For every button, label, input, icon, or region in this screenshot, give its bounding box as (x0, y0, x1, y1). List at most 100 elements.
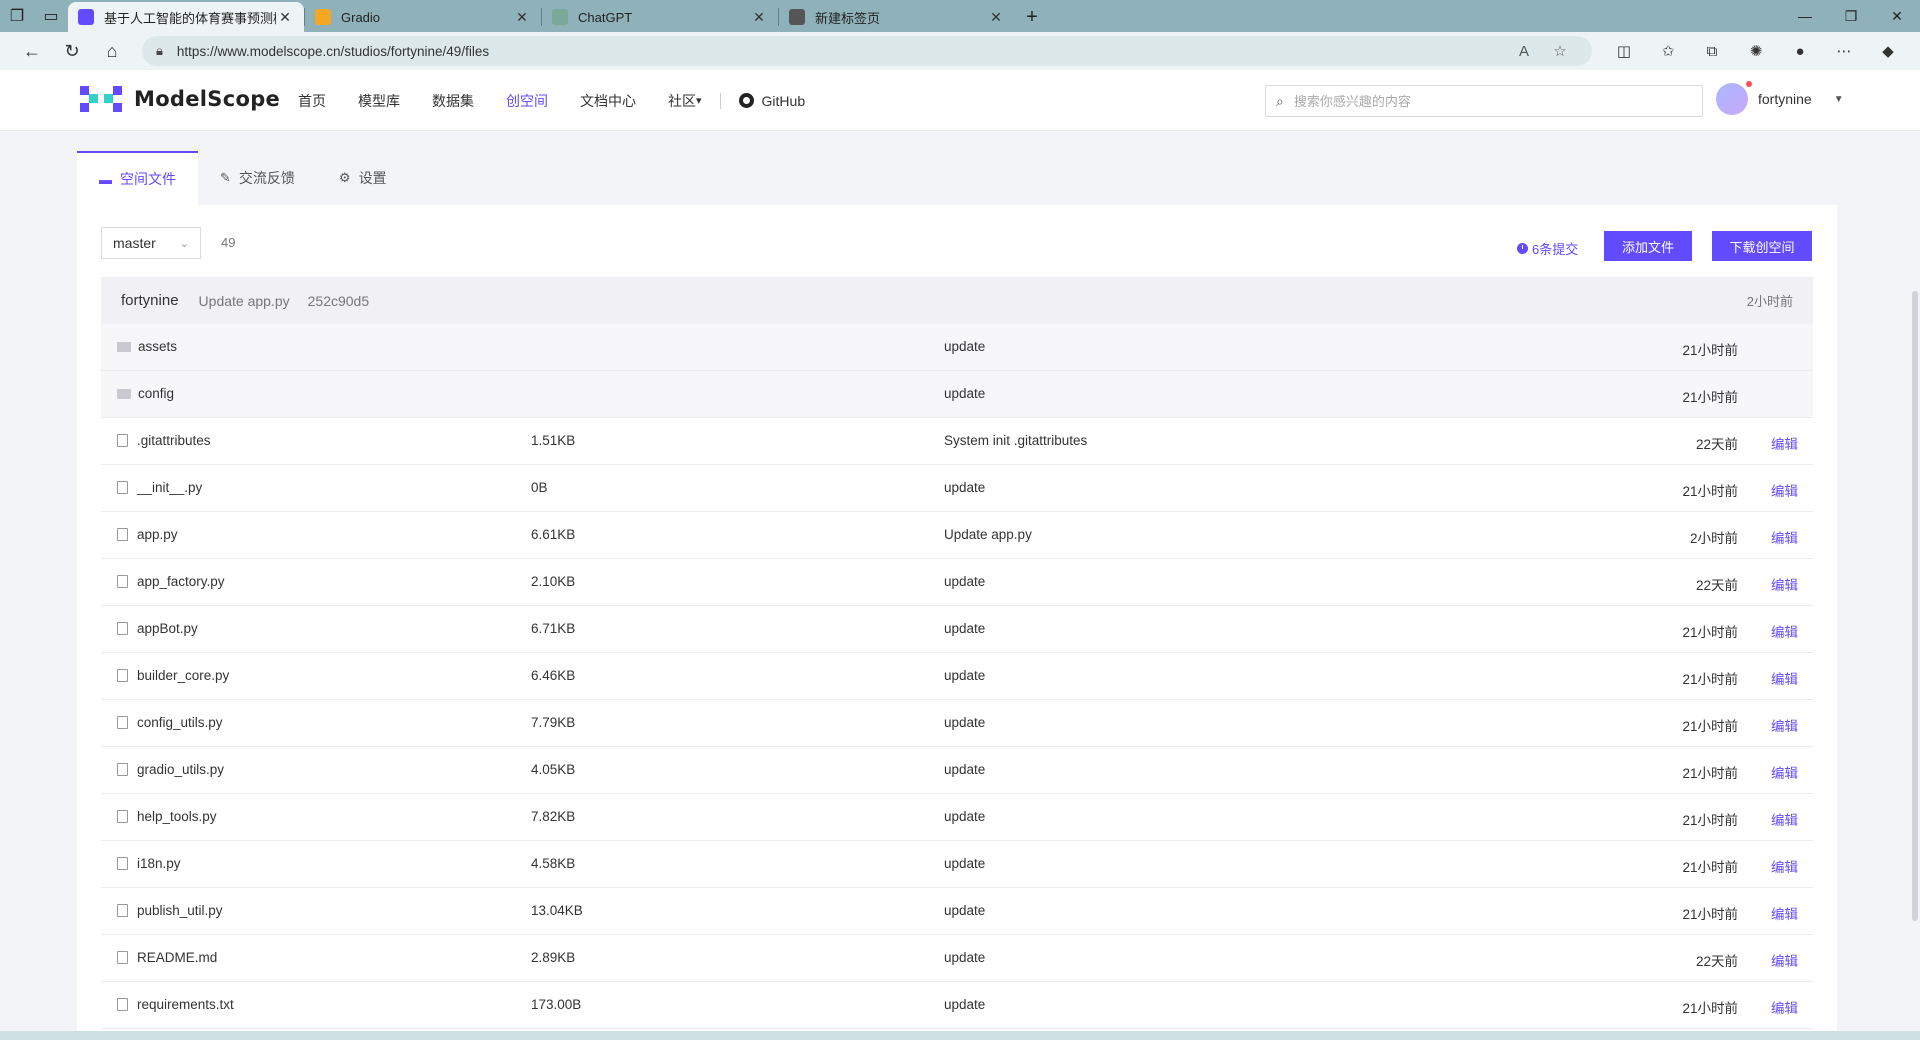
favorite-star-icon[interactable]: ☆ (1542, 42, 1578, 60)
commit-author[interactable]: fortynine (121, 292, 179, 309)
file-commit-message[interactable]: update (944, 715, 985, 730)
profile-icon[interactable]: ● (1778, 36, 1822, 66)
site-search[interactable]: ⌕ (1265, 85, 1703, 117)
caret-down-icon[interactable]: ▼ (1834, 94, 1844, 105)
file-commit-message[interactable]: update (944, 480, 985, 495)
split-screen-icon[interactable]: ◫ (1602, 36, 1646, 66)
table-row[interactable]: gradio_utils.py 4.05KB update 21小时前 编辑 (101, 747, 1813, 794)
nav-item[interactable]: 文档中心 (580, 91, 636, 111)
commits-link[interactable]: 6条提交 (1517, 239, 1578, 258)
edit-link[interactable]: 编辑 (1771, 480, 1798, 500)
edit-link[interactable]: 编辑 (1771, 433, 1798, 453)
browser-tab[interactable]: 新建标签页 ✕ (779, 2, 1015, 32)
collections-icon[interactable]: ⧉ (1690, 36, 1734, 66)
file-name[interactable]: requirements.txt (137, 997, 234, 1012)
close-tab-icon[interactable]: ✕ (987, 9, 1005, 26)
more-icon[interactable]: ⋯ (1822, 36, 1866, 66)
table-row[interactable]: config update 21小时前 (101, 371, 1813, 418)
file-name[interactable]: gradio_utils.py (137, 762, 224, 777)
table-row[interactable]: appBot.py 6.71KB update 21小时前 编辑 (101, 606, 1813, 653)
edit-link[interactable]: 编辑 (1771, 668, 1798, 688)
file-name[interactable]: .gitattributes (137, 433, 211, 448)
file-name[interactable]: i18n.py (137, 856, 181, 871)
file-commit-message[interactable]: update (944, 950, 985, 965)
favorites-icon[interactable]: ✩ (1646, 36, 1690, 66)
table-row[interactable]: assets update 21小时前 (101, 324, 1813, 371)
edit-link[interactable]: 编辑 (1771, 950, 1798, 970)
nav-item[interactable]: 创空间 (506, 91, 548, 111)
table-row[interactable]: .gitattributes 1.51KB System init .gitattr… (101, 418, 1813, 465)
file-name[interactable]: config (138, 386, 174, 401)
edit-link[interactable]: 编辑 (1771, 856, 1798, 876)
space-tab[interactable]: ✎ 交流反馈 (198, 151, 317, 205)
table-row[interactable]: README.md 2.89KB update 22天前 编辑 (101, 935, 1813, 982)
minimize-icon[interactable]: — (1782, 0, 1828, 32)
username[interactable]: fortynine (1758, 91, 1812, 107)
commit-hash[interactable]: 252c90d5 (308, 293, 370, 309)
table-row[interactable]: app.py 6.61KB Update app.py 2小时前 编辑 (101, 512, 1813, 559)
edit-link[interactable]: 编辑 (1771, 903, 1798, 923)
browser-tab[interactable]: Gradio ✕ (305, 2, 541, 32)
file-commit-message[interactable]: update (944, 903, 985, 918)
file-commit-message[interactable]: update (944, 574, 985, 589)
file-name[interactable]: config_utils.py (137, 715, 223, 730)
file-name[interactable]: app.py (137, 527, 178, 542)
table-row[interactable]: help_tools.py 7.82KB update 21小时前 编辑 (101, 794, 1813, 841)
file-commit-message[interactable]: update (944, 668, 985, 683)
avatar[interactable] (1716, 81, 1752, 115)
scrollbar-thumb[interactable] (1912, 291, 1918, 921)
restore-icon[interactable]: ❐ (1828, 0, 1874, 32)
table-row[interactable]: config_utils.py 7.79KB update 21小时前 编辑 (101, 700, 1813, 747)
file-commit-message[interactable]: update (944, 621, 985, 636)
commit-message[interactable]: Update app.py (199, 293, 290, 309)
close-tab-icon[interactable]: ✕ (276, 9, 294, 26)
refresh-icon[interactable]: ↻ (52, 36, 92, 66)
table-row[interactable]: __init__.py 0B update 21小时前 编辑 (101, 465, 1813, 512)
github-link[interactable]: GitHub (738, 93, 805, 109)
file-name[interactable]: publish_util.py (137, 903, 223, 918)
file-commit-message[interactable]: update (944, 856, 985, 871)
back-icon[interactable]: ← (12, 36, 52, 66)
edit-link[interactable]: 编辑 (1771, 574, 1798, 594)
home-icon[interactable]: ⌂ (92, 36, 132, 66)
file-commit-message[interactable]: Update app.py (944, 527, 1032, 542)
file-name[interactable]: app_factory.py (137, 574, 225, 589)
file-name[interactable]: builder_core.py (137, 668, 229, 683)
new-tab-icon[interactable]: + (1015, 2, 1049, 32)
extensions-icon[interactable]: ✺ (1734, 36, 1778, 66)
nav-item[interactable]: 数据集 (432, 91, 474, 111)
space-tab[interactable]: ▬ 空间文件 (77, 151, 198, 205)
site-logo[interactable]: ModelScope (80, 86, 280, 112)
page-scrollbar[interactable] (1910, 131, 1920, 921)
file-name[interactable]: assets (138, 339, 177, 354)
table-row[interactable]: i18n.py 4.58KB update 21小时前 编辑 (101, 841, 1813, 888)
file-commit-message[interactable]: update (944, 762, 985, 777)
workspaces-icon[interactable]: ❐ (0, 0, 34, 32)
table-row[interactable]: publish_util.py 13.04KB update 21小时前 编辑 (101, 888, 1813, 935)
table-row[interactable]: app_factory.py 2.10KB update 22天前 编辑 (101, 559, 1813, 606)
read-aloud-icon[interactable]: A (1506, 43, 1542, 60)
copilot-icon[interactable]: ◆ (1866, 36, 1910, 66)
table-row[interactable]: builder_core.py 6.46KB update 21小时前 编辑 (101, 653, 1813, 700)
space-tab[interactable]: ⚙ 设置 (316, 151, 409, 205)
browser-tab[interactable]: 基于人工智能的体育赛事预测模型✕ (68, 2, 304, 32)
edit-link[interactable]: 编辑 (1771, 527, 1798, 547)
edit-link[interactable]: 编辑 (1771, 621, 1798, 641)
add-file-button[interactable]: 添加文件 (1604, 231, 1692, 261)
file-commit-message[interactable]: System init .gitattributes (944, 433, 1087, 448)
tab-actions-icon[interactable]: ▭ (34, 0, 68, 32)
nav-item[interactable]: 社区 ▾ (668, 91, 702, 111)
edit-link[interactable]: 编辑 (1771, 762, 1798, 782)
url-text[interactable]: https://www.modelscope.cn/studios/fortyn… (177, 44, 1506, 59)
search-input[interactable] (1293, 93, 1692, 109)
edit-link[interactable]: 编辑 (1771, 809, 1798, 829)
close-tab-icon[interactable]: ✕ (513, 9, 531, 26)
branch-select[interactable]: master ⌄ (101, 227, 201, 259)
file-commit-message[interactable]: update (944, 997, 985, 1012)
file-name[interactable]: README.md (137, 950, 217, 965)
file-name[interactable]: help_tools.py (137, 809, 217, 824)
edit-link[interactable]: 编辑 (1771, 997, 1798, 1017)
lock-icon[interactable]: 🔒︎ (156, 43, 163, 59)
file-name[interactable]: appBot.py (137, 621, 198, 636)
close-window-icon[interactable]: ✕ (1874, 0, 1920, 32)
